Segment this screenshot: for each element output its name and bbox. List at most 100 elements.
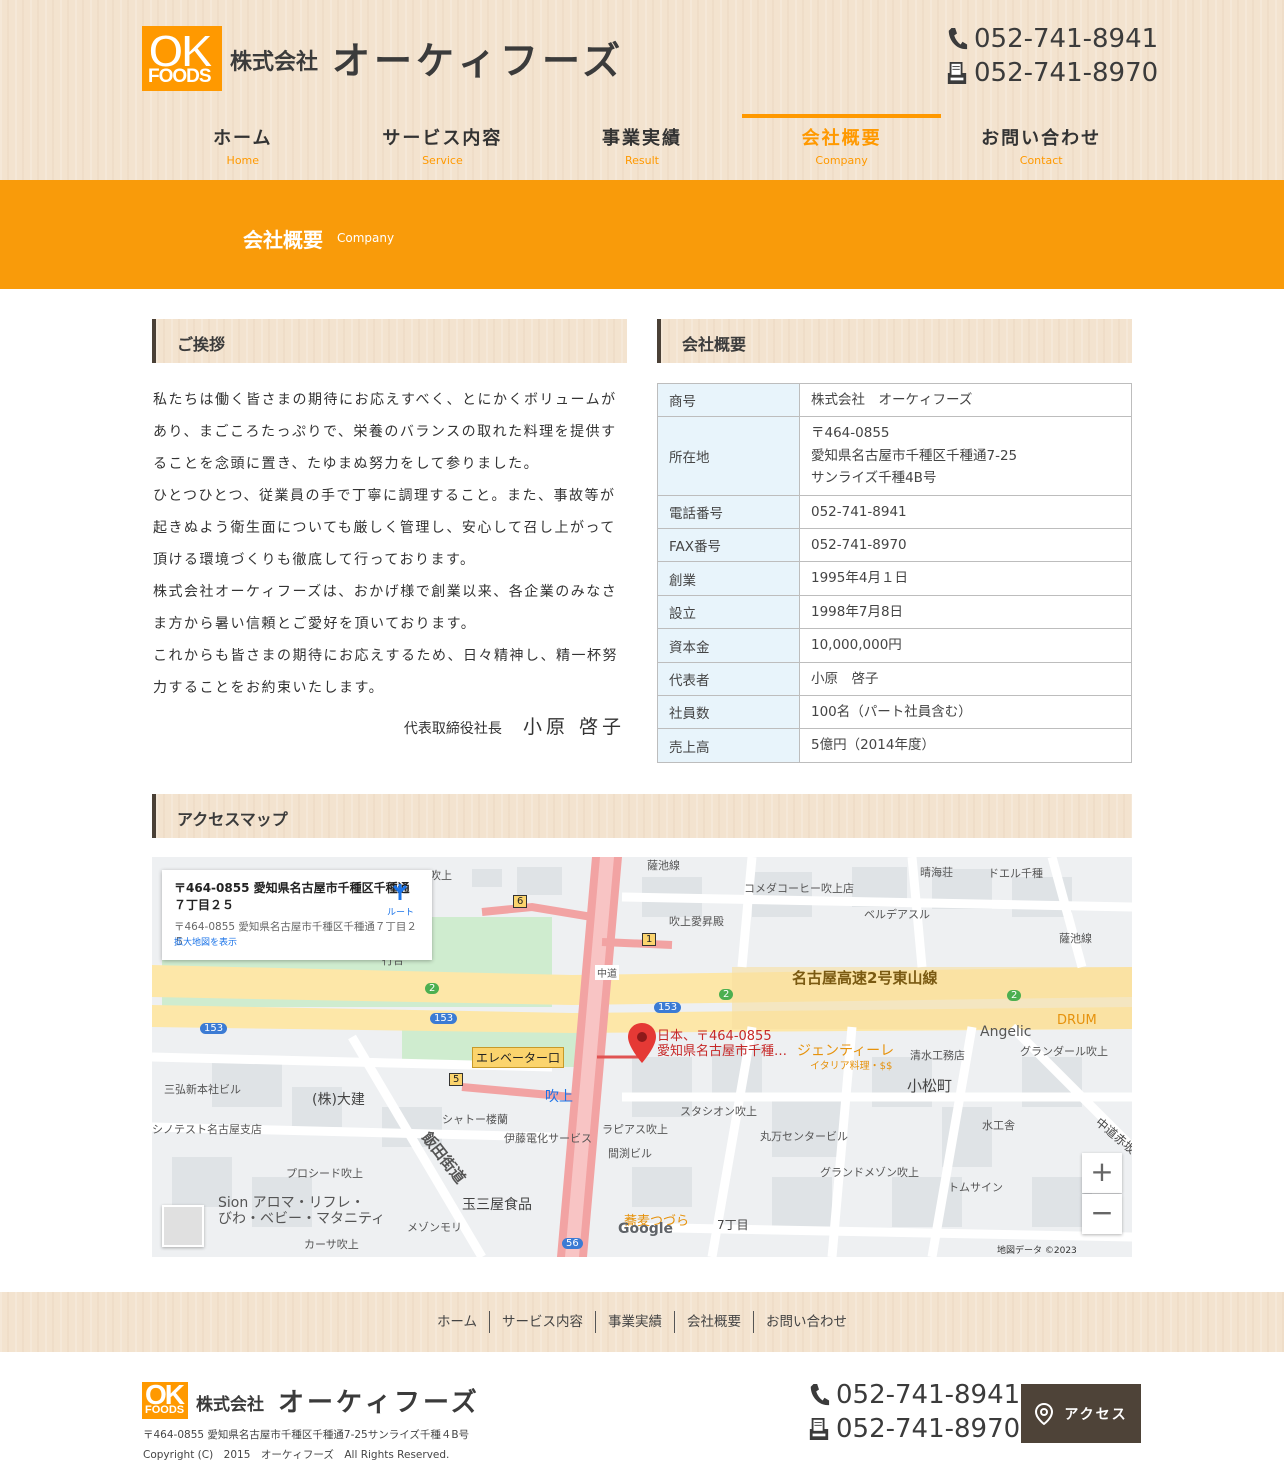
footer-nav-company[interactable]: 会社概要 [674, 1311, 753, 1333]
map-label-shinotest: シノテスト名古屋支店 [152, 1123, 262, 1136]
footer-copyright: Copyright (C) 2015 オーケィフーズ All Rights Re… [143, 1449, 450, 1461]
table-row: 創業 1995年4月１日 [657, 561, 1132, 596]
footer-nav-home[interactable]: ホーム [425, 1311, 489, 1333]
map-label-ito: 伊藤電化サービス [504, 1132, 592, 1145]
exit-badge: 6 [513, 895, 528, 908]
access-map[interactable]: 名古屋高速2号東山線 ジェンティーレ イタリア料理・$$ 小松町 エレベーター口… [152, 857, 1132, 1257]
route-badge: 2 [719, 989, 734, 1000]
nav-service[interactable]: サービス内容 Service [343, 114, 543, 180]
nav-contact-label: お問い合わせ [981, 128, 1102, 149]
nav-service-sublabel: Service [422, 154, 463, 167]
table-row: 設立 1998年7月8日 [657, 595, 1132, 629]
logo-foods-text: FOODS [148, 66, 212, 87]
map-label-nanachome: 7丁目 [717, 1218, 749, 1232]
map-label-grandall: グランダール吹上 [1020, 1045, 1108, 1058]
signature: 代表取締役社長 小原 啓子 [153, 712, 625, 739]
map-card-title: 〒464-0855 愛知県名古屋市千種区千種通７丁目２５ [174, 881, 410, 912]
location-pin-icon[interactable] [628, 1023, 656, 1063]
google-logo: Google [618, 1221, 674, 1237]
signature-role: 代表取締役社長 [403, 721, 502, 737]
map-label-yasaka: 薩池線 [647, 859, 680, 872]
footer-nav-result[interactable]: 事業実績 [595, 1311, 674, 1333]
map-label-komatsu: 小松町 [907, 1077, 953, 1095]
row-value: 〒464-0855 愛知県名古屋市千種区千種通7-25 サンライズ千種4B号 [799, 416, 1132, 496]
page-subtitle: Company [337, 231, 395, 245]
map-label-procido: プロシード吹上 [286, 1167, 363, 1180]
zoom-in-button[interactable]: + [1082, 1153, 1122, 1193]
route-badge: 56 [562, 1238, 583, 1249]
table-row: 商号 株式会社 オーケィフーズ [657, 383, 1132, 417]
company-name: オーケィフーズ [332, 39, 625, 83]
footer-company-prefix: 株式会社 [196, 1395, 264, 1415]
nav-result[interactable]: 事業実績 Result [542, 114, 742, 180]
row-value: 1995年4月１日 [799, 561, 1132, 596]
access-button[interactable]: アクセス [1021, 1384, 1141, 1443]
row-label: 売上高 [657, 728, 800, 763]
company-profile-table: 商号 株式会社 オーケィフーズ 所在地 〒464-0855 愛知県名古屋市千種区千種通… [657, 383, 1132, 763]
greeting-paragraph: ひとつひとつ、従業員の手で丁寧に調理すること。また、事故等が起きぬよう衛生面につ… [153, 488, 616, 568]
zoom-out-button[interactable]: − [1082, 1194, 1122, 1234]
directions-label: ルート [386, 908, 414, 918]
nav-contact[interactable]: お問い合わせ Contact [941, 114, 1141, 180]
header-fax-number: 052-741-8970 [974, 58, 1159, 88]
footer-nav-contact[interactable]: お問い合わせ [753, 1311, 859, 1333]
table-row: 資本金 10,000,000円 [657, 628, 1132, 663]
table-row: FAX番号 052-741-8970 [657, 528, 1132, 562]
map-label-fukiage-station: 吹上 [545, 1089, 573, 1105]
row-label: 所在地 [657, 416, 800, 496]
table-row: 社員数 100名（パート社員含む） [657, 695, 1132, 729]
footer-logo[interactable]: OK FOODS [142, 1379, 188, 1419]
signature-name: 小原 啓子 [522, 716, 625, 738]
nav-company[interactable]: 会社概要 Company [741, 114, 942, 180]
footer-nav-service[interactable]: サービス内容 [489, 1311, 595, 1333]
row-label: 商号 [657, 383, 800, 417]
row-value: 1998年7月8日 [799, 595, 1132, 629]
map-label-chuo: 中道 [595, 965, 619, 980]
greeting-paragraph: 私たちは働く皆さまの期待にお応えすべく、とにかくボリュームがあり、まごころたっぷ… [153, 392, 617, 472]
address-line: 愛知県名古屋市千種区千種通7-25 [811, 447, 1018, 464]
profile-heading: 会社概要 [657, 319, 1132, 363]
row-label: 電話番号 [657, 495, 800, 529]
nav-company-label: 会社概要 [801, 128, 882, 149]
directions-button[interactable]: ルート [387, 882, 414, 918]
map-label-comeda: コメダコーヒー吹上店 [744, 882, 854, 895]
company-logo[interactable]: OK FOODS [142, 24, 222, 91]
larger-map-link[interactable]: 拡大地図を表示 [174, 935, 237, 948]
map-label-yasaka-2: 薩池線 [1059, 932, 1092, 945]
row-label: 代表者 [657, 662, 800, 696]
access-heading: アクセスマップ [152, 794, 1132, 838]
page-banner: 会社概要 Company [0, 180, 1284, 289]
nav-home[interactable]: ホーム Home [143, 114, 343, 180]
greeting-heading: ご挨拶 [152, 319, 627, 363]
site-header: OK FOODS 株式会社 オーケィフーズ 052-741-8941 052-7… [0, 0, 1284, 180]
map-label-rapi: ラピアス吹上 [602, 1123, 668, 1136]
map-label-mizu: 水工舎 [982, 1119, 1015, 1132]
map-label-mabuchi: 間渕ビル [608, 1147, 652, 1160]
header-phone[interactable]: 052-741-8941 [946, 24, 1158, 54]
map-label-kasa: カーサ吹上 [304, 1238, 359, 1251]
phone-icon [810, 1384, 830, 1406]
map-label-top-fukiage: 吹上 [430, 869, 452, 882]
map-label-mezonmori: メゾンモリ [407, 1221, 462, 1234]
table-row: 所在地 〒464-0855 愛知県名古屋市千種区千種通7-25 サンライズ千種4B号 [657, 416, 1132, 496]
fax-icon [809, 1418, 829, 1440]
exit-badge: 1 [642, 933, 657, 946]
row-value: 10,000,000円 [799, 628, 1132, 663]
map-label-highway: 名古屋高速2号東山線 [792, 969, 938, 987]
footer-fax-number: 052-741-8970 [836, 1414, 1021, 1444]
map-label-angelic: Angelic [980, 1024, 1032, 1040]
greeting-paragraph: 株式会社オーケィフーズは、おかげ様で創業以来、各企業のみなさま方から暑い信頼とご… [153, 584, 618, 632]
nav-contact-sublabel: Contact [1019, 154, 1063, 167]
map-label-stacion: スタシオン吹上 [680, 1105, 757, 1118]
nav-home-sublabel: Home [226, 154, 260, 167]
nav-service-label: サービス内容 [382, 128, 503, 149]
footer-company-name: オーケィフーズ [278, 1388, 480, 1418]
table-row: 代表者 小原 啓子 [657, 662, 1132, 696]
row-value: 100名（パート社員含む） [799, 695, 1132, 729]
footer-logo-foods-text: FOODS [145, 1404, 185, 1416]
footer-phone[interactable]: 052-741-8941 [808, 1380, 1020, 1410]
pegman-button[interactable] [162, 1205, 204, 1247]
map-label-seiwa: 晴海荘 [920, 866, 953, 879]
building-line: サンライズ千種4B号 [811, 470, 937, 487]
phone-icon [948, 28, 968, 50]
